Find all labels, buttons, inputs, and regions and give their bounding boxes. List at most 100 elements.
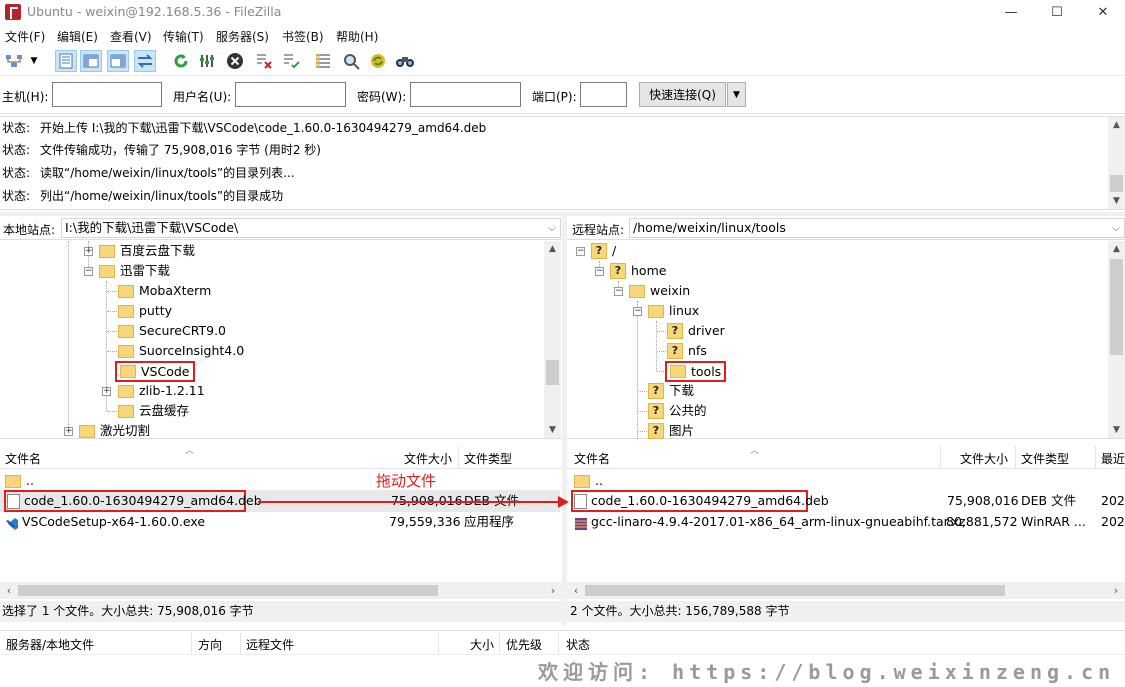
file-row[interactable]: code_1.60.0-1630494279_amd64.deb [7,490,262,511]
queue-col-server[interactable]: 服务器/本地文件 [6,636,94,653]
local-path-input[interactable]: I:\我的下载\迅雷下载\VSCode\ [61,218,561,238]
password-input[interactable] [410,82,521,107]
quickconnect-dropdown-button[interactable]: ▼ [727,82,746,107]
scroll-down-icon[interactable]: ▼ [1108,423,1125,437]
queue-col-priority[interactable]: 优先级 [506,636,542,653]
tree-folder[interactable]: ? home [610,261,666,281]
scroll-right-icon[interactable]: › [1109,583,1123,598]
scroll-thumb[interactable] [546,360,559,385]
cancel-icon[interactable] [224,50,246,72]
quickconnect-button[interactable]: 快速连接(Q) [639,82,726,107]
tree-folder-selected[interactable]: tools [665,361,727,382]
collapse-icon[interactable]: − [633,307,642,316]
tree-folder[interactable]: 激光切割 [79,421,150,441]
scroll-right-icon[interactable]: › [546,583,560,598]
menu-help[interactable]: 帮助(H) [336,28,378,45]
menu-server[interactable]: 服务器(S) [216,28,269,45]
tree-folder[interactable]: MobaXterm [118,281,211,301]
compare-icon[interactable] [340,50,362,72]
queue-col-direction[interactable]: 方向 [198,636,222,653]
tree-folder[interactable]: SecureCRT9.0 [118,321,226,341]
chevron-down-icon[interactable]: ⌵ [1109,222,1123,234]
toggle-log-icon[interactable] [55,50,77,72]
collapse-icon[interactable]: − [614,287,623,296]
local-tree-scrollbar[interactable] [544,241,561,438]
site-manager-icon[interactable] [3,50,25,72]
scroll-up-icon[interactable]: ▲ [1108,118,1125,132]
archive-icon [574,516,588,530]
tree-folder[interactable]: SuorceInsight4.0 [118,341,244,361]
scroll-thumb[interactable] [1110,175,1123,192]
toggle-local-tree-icon[interactable] [80,50,102,72]
toggle-remote-tree-icon[interactable] [107,50,129,72]
file-row[interactable]: VSCodeSetup-x64-1.60.0.exe [5,511,205,532]
column-filetype[interactable]: 文件类型 [1021,450,1069,467]
scroll-thumb[interactable] [585,585,1005,596]
menu-view[interactable]: 查看(V) [110,28,152,45]
minimize-button[interactable]: — [988,0,1034,24]
chevron-down-icon[interactable]: ⌵ [545,222,559,234]
tree-folder[interactable]: 迅雷下载 [99,261,170,281]
scroll-down-icon[interactable]: ▼ [544,423,561,437]
column-modified[interactable]: 最近 [1101,450,1125,467]
tree-folder[interactable]: 云盘缓存 [118,401,189,421]
sync-browse-icon[interactable] [367,50,389,72]
tree-folder[interactable]: linux [648,301,699,321]
scroll-up-icon[interactable]: ▲ [544,242,561,256]
queue-col-remote[interactable]: 远程文件 [246,636,294,653]
menu-edit[interactable]: 编辑(E) [57,28,98,45]
password-label: 密码(W): [357,90,407,104]
menu-transfer[interactable]: 传输(T) [163,28,204,45]
tree-folder[interactable]: ? driver [667,321,725,341]
expand-icon[interactable]: + [84,247,93,256]
column-filename[interactable]: 文件名 [574,450,610,467]
expand-icon[interactable]: + [64,427,73,436]
tree-folder[interactable]: ? 图片 [648,421,694,441]
collapse-icon[interactable]: − [595,267,604,276]
reconnect-icon[interactable] [280,50,302,72]
refresh-icon[interactable] [170,50,192,72]
tree-folder-selected[interactable]: VSCode [115,361,195,382]
remote-path-input[interactable]: /home/weixin/linux/tools [629,218,1125,238]
username-input[interactable] [235,82,346,107]
tree-folder[interactable]: ? 公共的 [648,401,707,421]
search-icon[interactable] [394,50,416,72]
close-button[interactable]: ✕ [1080,0,1125,24]
tree-folder[interactable]: 百度云盘下载 [99,241,195,261]
file-row[interactable]: .. [574,470,603,491]
collapse-icon[interactable]: − [576,247,585,256]
queue-col-status[interactable]: 状态 [566,636,590,653]
disconnect-icon[interactable] [253,50,275,72]
host-input[interactable] [52,82,162,107]
column-filename[interactable]: 文件名 [5,450,41,467]
tree-folder[interactable]: zlib-1.2.11 [118,381,205,401]
menu-file[interactable]: 文件(F) [5,28,45,45]
tree-folder[interactable]: ? / [591,241,616,261]
queue-col-size[interactable]: 大小 [470,636,494,653]
collapse-icon[interactable]: − [84,267,93,276]
column-filesize[interactable]: 文件大小 [960,450,1008,467]
expand-icon[interactable]: + [102,387,111,396]
process-queue-icon[interactable] [197,50,219,72]
filter-icon[interactable] [312,50,334,72]
file-row[interactable]: code_1.60.0-1630494279_amd64.deb [574,490,829,511]
scroll-left-icon[interactable]: ‹ [569,583,583,598]
column-filetype[interactable]: 文件类型 [464,450,512,467]
tree-folder[interactable]: putty [118,301,172,321]
port-input[interactable] [580,82,627,107]
toggle-queue-icon[interactable] [134,50,156,72]
maximize-button[interactable]: ☐ [1034,0,1080,24]
file-row[interactable]: .. [5,470,545,491]
scroll-thumb[interactable] [1110,259,1123,355]
column-filesize[interactable]: 文件大小 [404,450,452,467]
scroll-thumb[interactable] [18,585,438,596]
tree-folder[interactable]: ? nfs [667,341,707,361]
scroll-up-icon[interactable]: ▲ [1108,242,1125,256]
tree-folder[interactable]: ? 下载 [648,381,694,401]
chevron-down-icon[interactable]: ▼ [27,50,41,72]
file-row[interactable]: gcc-linaro-4.9.4-2017.01-x86_64_arm-linu… [574,511,966,532]
scroll-down-icon[interactable]: ▼ [1108,194,1125,208]
tree-folder[interactable]: weixin [629,281,690,301]
scroll-left-icon[interactable]: ‹ [2,583,16,598]
menu-bookmarks[interactable]: 书签(B) [282,28,324,45]
